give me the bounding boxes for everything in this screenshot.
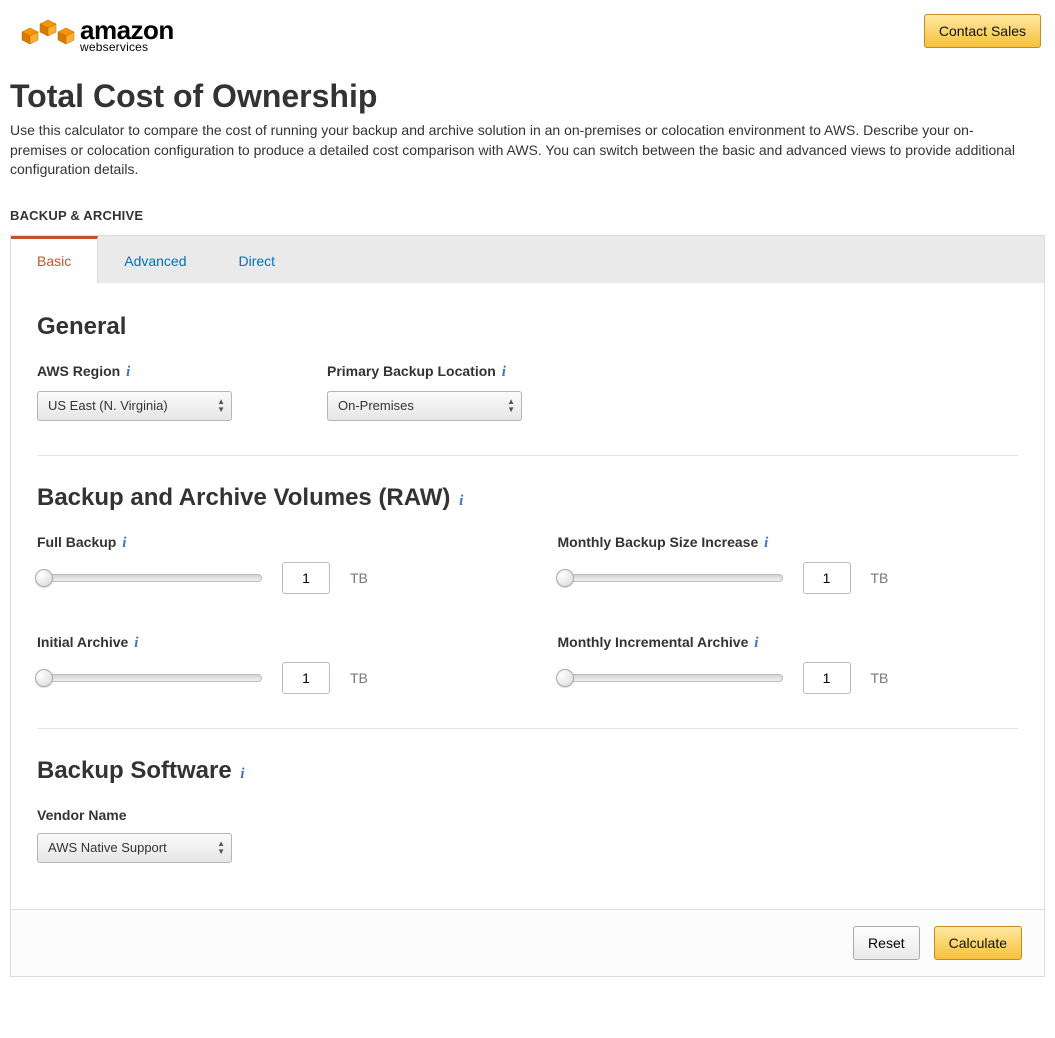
monthly-archive-input[interactable] xyxy=(803,662,851,694)
monthly-backup-slider[interactable] xyxy=(558,569,783,587)
primary-backup-location-label: Primary Backup Location xyxy=(327,363,496,379)
info-icon[interactable]: i xyxy=(762,535,770,551)
page-title: Total Cost of Ownership xyxy=(10,78,1045,115)
backup-software-heading: Backup Software xyxy=(37,757,232,784)
tab-direct[interactable]: Direct xyxy=(213,236,302,283)
aws-region-label: AWS Region xyxy=(37,363,120,379)
info-icon[interactable]: i xyxy=(752,635,760,651)
vendor-name-select[interactable]: AWS Native Support ▲▼ xyxy=(37,833,232,863)
vendor-name-value: AWS Native Support xyxy=(48,840,167,855)
info-icon[interactable]: i xyxy=(124,364,132,380)
divider xyxy=(37,728,1018,729)
calculate-button[interactable]: Calculate xyxy=(934,926,1022,960)
unit-label: TB xyxy=(871,670,889,686)
reset-button[interactable]: Reset xyxy=(853,926,920,960)
info-icon[interactable]: i xyxy=(457,493,465,509)
aws-logo: amazon webservices xyxy=(14,14,174,56)
logo-text-sub: webservices xyxy=(80,41,174,53)
contact-sales-button[interactable]: Contact Sales xyxy=(924,14,1041,48)
initial-archive-slider[interactable] xyxy=(37,669,262,687)
primary-backup-location-select[interactable]: On-Premises ▲▼ xyxy=(327,391,522,421)
tab-advanced[interactable]: Advanced xyxy=(98,236,212,283)
volumes-heading: Backup and Archive Volumes (RAW) xyxy=(37,484,450,511)
initial-archive-input[interactable] xyxy=(282,662,330,694)
general-heading: General xyxy=(37,313,1018,341)
divider xyxy=(37,455,1018,456)
info-icon[interactable]: i xyxy=(132,635,140,651)
unit-label: TB xyxy=(871,570,889,586)
full-backup-input[interactable] xyxy=(282,562,330,594)
initial-archive-label: Initial Archive xyxy=(37,634,128,650)
aws-region-select[interactable]: US East (N. Virginia) ▲▼ xyxy=(37,391,232,421)
tab-basic[interactable]: Basic xyxy=(11,236,98,283)
unit-label: TB xyxy=(350,570,368,586)
select-arrows-icon: ▲▼ xyxy=(507,398,515,414)
monthly-backup-input[interactable] xyxy=(803,562,851,594)
select-arrows-icon: ▲▼ xyxy=(217,840,225,856)
aws-logo-icon xyxy=(14,14,76,56)
view-tabs: Basic Advanced Direct xyxy=(10,235,1045,283)
info-icon[interactable]: i xyxy=(238,766,246,782)
info-icon[interactable]: i xyxy=(120,535,128,551)
primary-backup-location-value: On-Premises xyxy=(338,398,414,413)
full-backup-label: Full Backup xyxy=(37,534,116,550)
aws-region-value: US East (N. Virginia) xyxy=(48,398,168,413)
monthly-incremental-archive-label: Monthly Incremental Archive xyxy=(558,634,749,650)
unit-label: TB xyxy=(350,670,368,686)
select-arrows-icon: ▲▼ xyxy=(217,398,225,414)
section-backup-archive-label: BACKUP & ARCHIVE xyxy=(10,208,1045,223)
vendor-name-label: Vendor Name xyxy=(37,807,267,823)
full-backup-slider[interactable] xyxy=(37,569,262,587)
page-description: Use this calculator to compare the cost … xyxy=(10,121,1030,180)
monthly-archive-slider[interactable] xyxy=(558,669,783,687)
info-icon[interactable]: i xyxy=(500,364,508,380)
monthly-backup-increase-label: Monthly Backup Size Increase xyxy=(558,534,759,550)
